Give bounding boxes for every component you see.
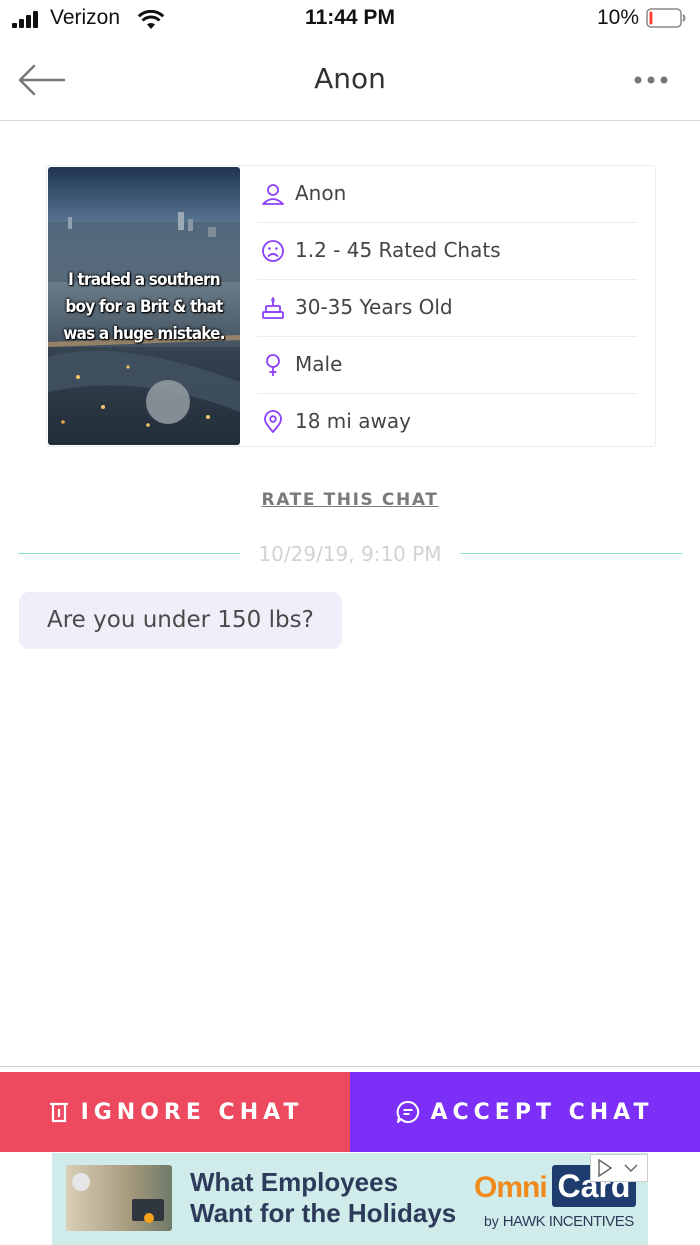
detail-rating: 1.2 - 45 Rated Chats: [257, 223, 637, 280]
detail-label: 30-35 Years Old: [295, 295, 453, 319]
page-title: Anon: [314, 62, 386, 95]
action-bar: IGNORE CHAT ACCEPT CHAT: [0, 1066, 700, 1153]
cake-icon: [262, 296, 284, 319]
ad-byline: by HAWK INCENTIVES: [484, 1213, 634, 1230]
person-icon: [262, 184, 284, 205]
detail-name: Anon: [257, 166, 637, 223]
divider-line: [460, 553, 682, 554]
ad-image: [66, 1165, 172, 1231]
rate-chat-link[interactable]: RATE THIS CHAT: [0, 490, 700, 510]
nav-bar: Anon: [0, 40, 700, 121]
message-bubble: Are you under 150 lbs?: [19, 592, 342, 649]
detail-label: 1.2 - 45 Rated Chats: [295, 238, 501, 262]
ad-byline-brand: HAWK INCENTIVES: [502, 1213, 635, 1230]
ad-brand-part1: Omni: [474, 1171, 548, 1204]
ad-banner[interactable]: What Employees Want for the Holidays Omn…: [52, 1153, 648, 1245]
more-options-button[interactable]: [628, 70, 674, 90]
detail-label: Anon: [295, 181, 347, 205]
ignore-chat-button[interactable]: IGNORE CHAT: [0, 1072, 350, 1152]
battery-icon: [646, 8, 686, 28]
detail-gender: Male: [257, 337, 637, 394]
accept-chat-label: ACCEPT CHAT: [430, 1099, 654, 1125]
detail-label: 18 mi away: [295, 409, 411, 433]
accept-chat-button[interactable]: ACCEPT CHAT: [350, 1072, 700, 1152]
sad-face-icon: [262, 240, 284, 262]
battery-percent: 10%: [597, 6, 640, 29]
image-caption: I traded a southern boy for a Brit & tha…: [63, 270, 225, 344]
chat-bubble-icon: [397, 1100, 420, 1123]
trash-icon: [49, 1102, 68, 1123]
profile-card: I traded a southern boy for a Brit & tha…: [46, 165, 656, 447]
detail-distance: 18 mi away: [257, 394, 637, 450]
status-bar: Verizon 11:44 PM 10%: [0, 0, 700, 40]
male-gender-icon: [266, 354, 280, 376]
ad-byline-prefix: by: [484, 1213, 499, 1229]
ignore-chat-label: IGNORE CHAT: [80, 1099, 304, 1125]
ad-choices-button[interactable]: [590, 1154, 648, 1182]
detail-age: 30-35 Years Old: [257, 280, 637, 337]
detail-label: Male: [295, 352, 343, 376]
profile-details: Anon 1.2 - 45 Rated Chats 30-35 Years Ol…: [257, 166, 637, 450]
ellipsis-icon: [634, 76, 668, 84]
clock: 11:44 PM: [305, 6, 395, 29]
ad-choices-icon: [598, 1158, 638, 1178]
location-pin-icon: [264, 410, 282, 433]
chat-timestamp-divider: 10/29/19, 9:10 PM: [18, 540, 682, 568]
ad-headline: What Employees Want for the Holidays: [190, 1167, 457, 1228]
profile-image[interactable]: I traded a southern boy for a Brit & tha…: [48, 167, 240, 445]
chat-timestamp: 10/29/19, 9:10 PM: [258, 542, 442, 566]
